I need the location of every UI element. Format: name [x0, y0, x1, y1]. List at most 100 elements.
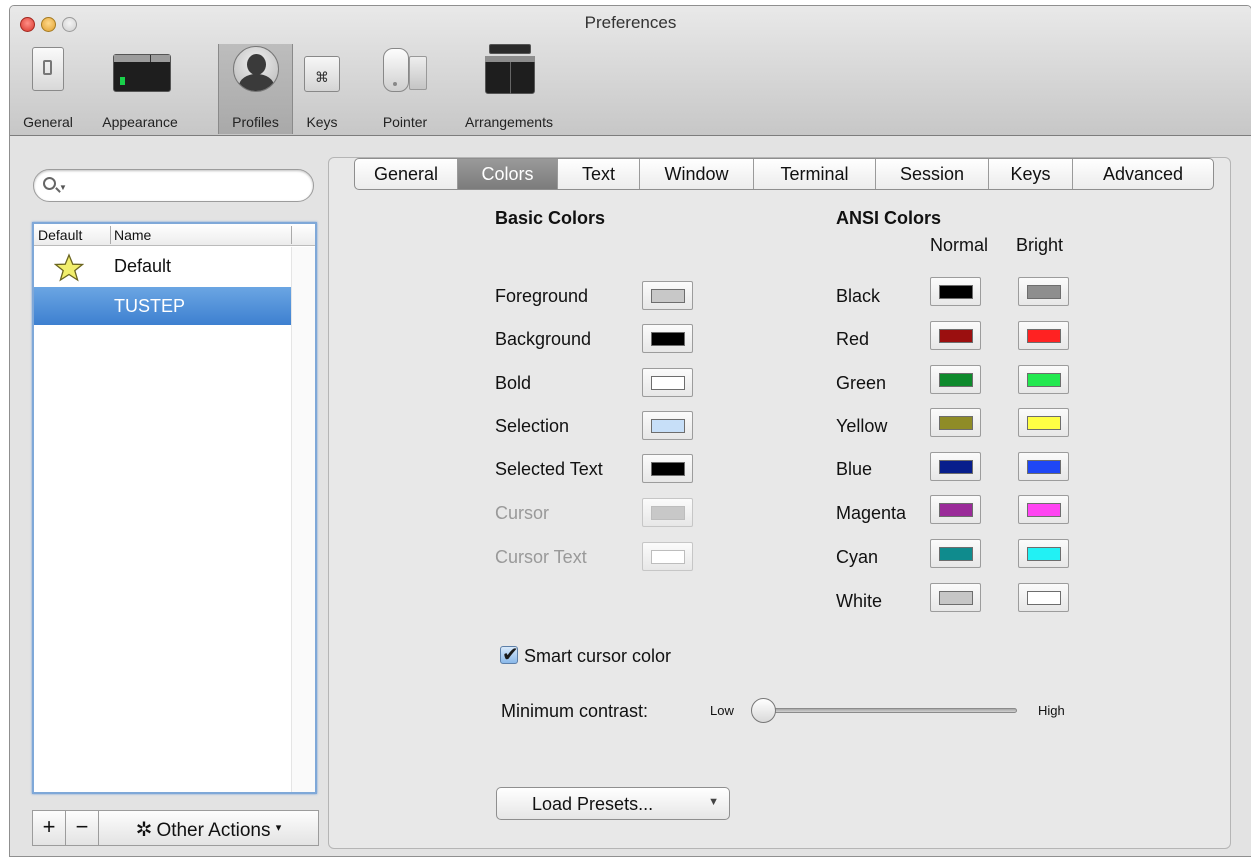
toolbar-arrangements-label: Arrangements: [465, 114, 553, 130]
other-actions-button[interactable]: ✲ Other Actions ▾: [99, 811, 318, 845]
smart-cursor-label[interactable]: Smart cursor color: [524, 646, 671, 667]
background-color-well[interactable]: [642, 324, 693, 353]
tab-terminal[interactable]: Terminal: [754, 159, 876, 189]
column-header-default[interactable]: Default: [38, 227, 82, 243]
minimum-contrast-label: Minimum contrast:: [501, 701, 649, 721]
cursor-color-well: [642, 498, 693, 527]
selected-text-label: Selected Text: [495, 459, 603, 479]
swatch: [1027, 503, 1061, 517]
ansi-black-bright-well[interactable]: [1018, 277, 1069, 306]
toolbar-pointer[interactable]: Pointer: [370, 44, 440, 134]
search-icon: [43, 177, 56, 190]
column-divider: [291, 226, 292, 244]
swatch: [1027, 285, 1061, 299]
tab-window[interactable]: Window: [640, 159, 754, 189]
profile-search-field[interactable]: ▼: [33, 169, 314, 202]
toolbar-arrangements[interactable]: Arrangements: [448, 44, 570, 134]
swatch: [1027, 373, 1061, 387]
column-header-name[interactable]: Name: [114, 227, 151, 243]
ansi-yellow-normal-well[interactable]: [930, 408, 981, 437]
profile-row-tustep[interactable]: TUSTEP: [34, 287, 292, 325]
bright-column-header: Bright: [1016, 235, 1064, 255]
background-label: Background: [495, 329, 592, 349]
add-profile-button[interactable]: +: [33, 811, 66, 845]
tab-session[interactable]: Session: [876, 159, 989, 189]
ansi-green-normal-well[interactable]: [930, 365, 981, 394]
swatch: [939, 591, 973, 605]
bold-label: Bold: [495, 373, 532, 393]
ansi-green-bright-well[interactable]: [1018, 365, 1069, 394]
ansi-blue-normal-well[interactable]: [930, 452, 981, 481]
gear-icon: ✲: [135, 819, 153, 841]
other-actions-label: Other Actions: [156, 820, 271, 841]
ansi-colors-heading: ANSI Colors: [836, 208, 942, 228]
toolbar-keys[interactable]: ⌘ Keys: [302, 44, 342, 134]
cursor-label: Cursor: [495, 503, 550, 523]
toolbar-appearance[interactable]: Appearance: [92, 44, 188, 134]
tab-text[interactable]: Text: [558, 159, 640, 189]
profiles-table-header: Default Name: [34, 224, 315, 246]
profile-row-default[interactable]: Default: [34, 247, 292, 285]
tab-general[interactable]: General: [355, 159, 458, 189]
swatch: [939, 460, 973, 474]
swatch: [939, 547, 973, 561]
contrast-high-label: High: [1038, 703, 1065, 718]
load-presets-popup[interactable]: Load Presets... ▼: [496, 787, 730, 820]
foreground-color-well[interactable]: [642, 281, 693, 310]
tab-advanced[interactable]: Advanced: [1073, 159, 1213, 189]
tab-colors[interactable]: Colors: [458, 159, 558, 189]
profile-actions-bar: + − ✲ Other Actions ▾: [32, 810, 319, 846]
cursor-text-label: Cursor Text: [495, 547, 587, 567]
tab-keys[interactable]: Keys: [989, 159, 1073, 189]
toolbar-general[interactable]: General: [16, 44, 80, 134]
profiles-scrollbar[interactable]: [291, 247, 315, 792]
swatch: [1027, 416, 1061, 430]
ansi-cyan-bright-well[interactable]: [1018, 539, 1069, 568]
toolbar-profiles[interactable]: Profiles: [218, 44, 293, 134]
preferences-window: Preferences General Appearance Profiles: [9, 5, 1251, 857]
selection-color-well[interactable]: [642, 411, 693, 440]
profiles-table[interactable]: Default Name Default TUSTEP: [32, 222, 317, 794]
minimum-contrast-slider-track[interactable]: [752, 708, 1017, 713]
swatch: [939, 373, 973, 387]
swatch: [1027, 591, 1061, 605]
ansi-blue-bright-well[interactable]: [1018, 452, 1069, 481]
remove-profile-button[interactable]: −: [66, 811, 99, 845]
ansi-white-bright-well[interactable]: [1018, 583, 1069, 612]
selection-label: Selection: [495, 416, 570, 436]
popup-arrow-icon: ▼: [708, 796, 719, 808]
ansi-magenta-label: Magenta: [836, 503, 907, 523]
profile-tabs: General Colors Text Window Terminal Sess…: [354, 158, 1214, 190]
swatch: [939, 285, 973, 299]
dropdown-arrow-icon: ▾: [275, 822, 282, 834]
ansi-magenta-bright-well[interactable]: [1018, 495, 1069, 524]
search-menu-caret-icon[interactable]: ▼: [59, 183, 67, 192]
swatch: [939, 503, 973, 517]
swatch: [1027, 329, 1061, 343]
ansi-red-bright-well[interactable]: [1018, 321, 1069, 350]
ansi-yellow-bright-well[interactable]: [1018, 408, 1069, 437]
swatch: [651, 506, 685, 520]
ansi-black-normal-well[interactable]: [930, 277, 981, 306]
ansi-yellow-label: Yellow: [836, 416, 888, 436]
minimum-contrast-slider-knob[interactable]: [751, 698, 776, 723]
command-key-icon: ⌘: [304, 56, 340, 92]
swatch: [651, 550, 685, 564]
bold-color-well[interactable]: [642, 368, 693, 397]
ansi-red-normal-well[interactable]: [930, 321, 981, 350]
swatch: [651, 419, 685, 433]
ansi-magenta-normal-well[interactable]: [930, 495, 981, 524]
ansi-black-label: Black: [836, 286, 881, 306]
profile-settings-panel: [328, 157, 1231, 849]
ansi-white-normal-well[interactable]: [930, 583, 981, 612]
ansi-cyan-normal-well[interactable]: [930, 539, 981, 568]
swatch: [651, 332, 685, 346]
toolbar-general-label: General: [23, 114, 73, 130]
contrast-low-label: Low: [710, 703, 734, 718]
terminal-window-icon: [113, 54, 171, 92]
swatch: [1027, 460, 1061, 474]
toolbar-pointer-label: Pointer: [382, 114, 428, 130]
load-presets-label: Load Presets...: [532, 794, 654, 814]
smart-cursor-checkbox[interactable]: [500, 642, 519, 667]
selected-text-color-well[interactable]: [642, 454, 693, 483]
